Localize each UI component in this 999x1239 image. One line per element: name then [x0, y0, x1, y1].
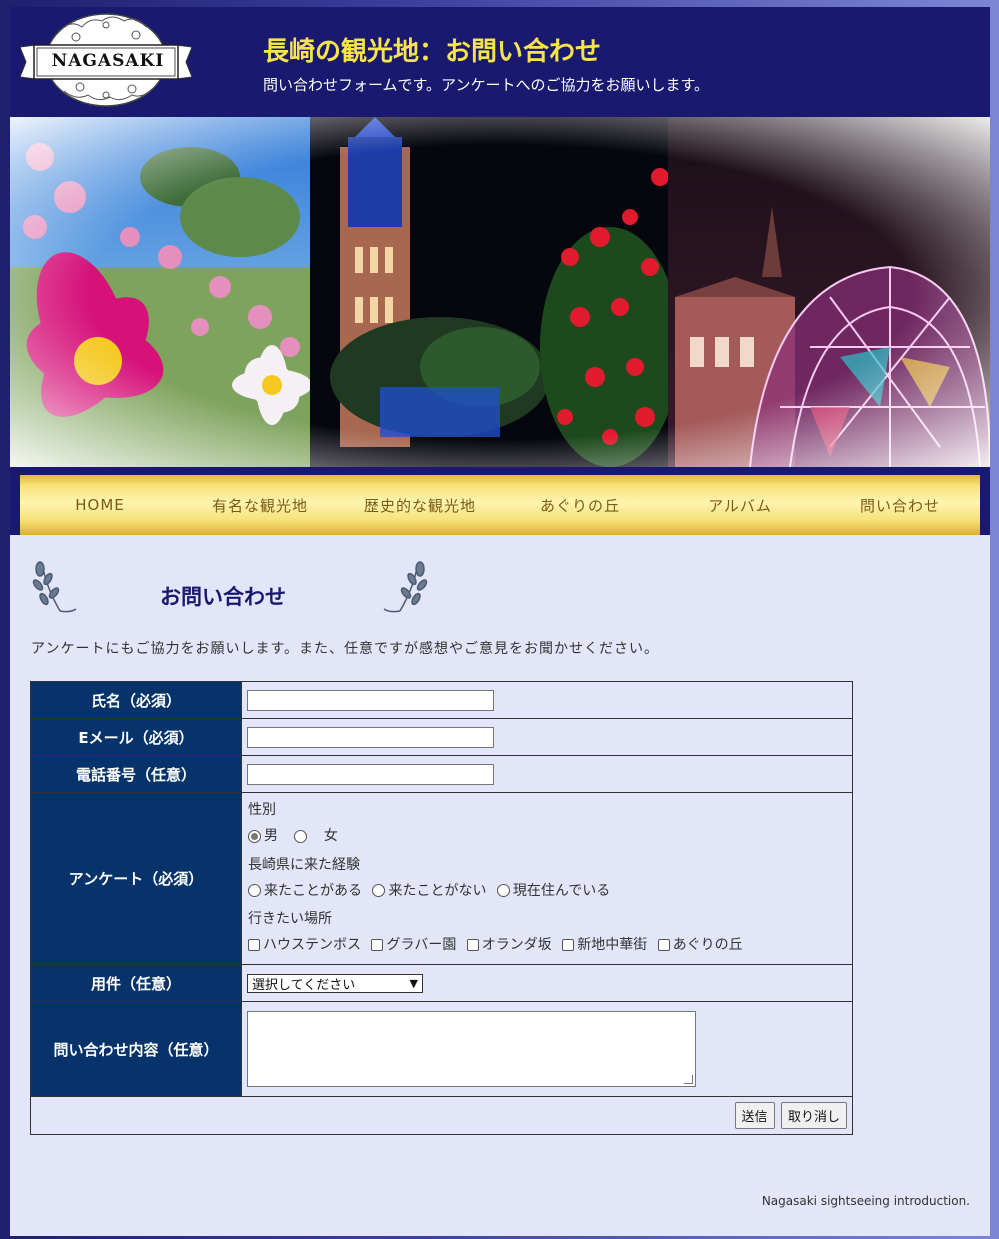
- phone-label: 電話番号（任意）: [30, 755, 242, 793]
- purpose-select[interactable]: 選択してください ▼: [247, 973, 423, 993]
- email-label: Eメール（必須）: [30, 718, 242, 756]
- place-option-huis-ten-bosch[interactable]: ハウステンボス: [248, 932, 361, 958]
- place-question: 行きたい場所: [248, 911, 332, 927]
- visit-option-resident[interactable]: 現在住んでいる: [496, 878, 610, 904]
- hero-banner-image: [10, 117, 990, 467]
- right-sprig-icon: [383, 561, 428, 613]
- page-container: NAGASAKI 長崎の観光地：お問い合わせ 問い合わせフォームです。アンケート…: [10, 7, 990, 1236]
- site-subtitle: 問い合わせフォームです。アンケートへのご協力をお願いします。: [263, 76, 709, 94]
- place-option-aguri-hill[interactable]: あぐりの丘: [657, 932, 743, 958]
- gender-option-female[interactable]: 女: [294, 823, 338, 849]
- section-heading: お問い合わせ: [30, 557, 430, 617]
- nav-item-contact[interactable]: 問い合わせ: [820, 475, 980, 535]
- message-label: 問い合わせ内容（任意）: [30, 1001, 242, 1097]
- checkbox-icon[interactable]: [371, 939, 384, 951]
- checkbox-icon[interactable]: [562, 939, 575, 951]
- nav-item-home[interactable]: HOME: [20, 475, 180, 535]
- checkbox-icon[interactable]: [248, 939, 260, 951]
- checkbox-icon[interactable]: [657, 939, 670, 951]
- checkbox-icon[interactable]: [466, 939, 479, 951]
- site-header: NAGASAKI 長崎の観光地：お問い合わせ 問い合わせフォームです。アンケート…: [10, 7, 990, 117]
- logo-text: NAGASAKI: [51, 51, 165, 71]
- phone-input[interactable]: [247, 763, 494, 785]
- left-sprig-icon: [32, 561, 77, 613]
- submit-button[interactable]: 送信: [734, 1102, 775, 1129]
- survey-label: アンケート（必須）: [30, 792, 242, 965]
- nav-item-famous-spots[interactable]: 有名な観光地: [180, 475, 340, 535]
- visit-option-never[interactable]: 来たことがない: [372, 878, 486, 904]
- main-menu: HOME 有名な観光地 歴史的な観光地 あぐりの丘 アルバム 問い合わせ: [20, 475, 980, 535]
- purpose-label: 用件（任意）: [30, 964, 242, 1002]
- footer-note: Nagasaki sightseeing introduction.: [761, 1194, 970, 1208]
- nagasaki-logo[interactable]: NAGASAKI: [19, 11, 193, 109]
- name-input[interactable]: [247, 689, 494, 711]
- visit-question: 長崎県に来た経験: [248, 856, 360, 873]
- contact-form-table: 氏名（必須） Eメール（必須） 電話番号（任意） アンケート（必須） 性別 男 …: [30, 681, 853, 1135]
- nav-item-album[interactable]: アルバム: [660, 475, 820, 535]
- gender-question: 性別: [248, 802, 276, 818]
- message-textarea[interactable]: [247, 1011, 696, 1087]
- gender-option-male[interactable]: 男: [248, 823, 278, 849]
- place-option-dutch-slope[interactable]: オランダ坂: [466, 932, 552, 958]
- radio-icon[interactable]: [248, 884, 261, 897]
- radio-icon[interactable]: [294, 829, 308, 843]
- gender-options: 男 女: [248, 823, 846, 852]
- place-option-glover-garden[interactable]: グラバー園: [371, 932, 456, 958]
- radio-icon[interactable]: [372, 884, 386, 897]
- place-options: ハウステンボス グラバー園 オランダ坂 新地中華街 あぐりの丘: [248, 932, 846, 960]
- name-label: 氏名（必須）: [30, 681, 242, 719]
- nav-bar: HOME 有名な観光地 歴史的な観光地 あぐりの丘 アルバム 問い合わせ: [10, 467, 990, 535]
- place-option-chinatown[interactable]: 新地中華街: [562, 932, 647, 958]
- site-title: 長崎の観光地：お問い合わせ: [263, 37, 602, 67]
- chevron-down-icon: ▼: [409, 976, 418, 990]
- visit-options: 来たことがある 来たことがない 現在住んでいる: [248, 878, 846, 907]
- intro-text: アンケートにもご協力をお願いします。また、任意ですが感想やご意見をお聞かせくださ…: [31, 641, 660, 657]
- email-input[interactable]: [247, 726, 494, 748]
- radio-icon[interactable]: [248, 829, 261, 843]
- section-title: お問い合わせ: [160, 585, 286, 609]
- nav-item-aguri-hill[interactable]: あぐりの丘: [500, 475, 660, 535]
- radio-icon[interactable]: [496, 884, 510, 897]
- reset-button[interactable]: 取り消し: [780, 1102, 847, 1129]
- visit-option-visited[interactable]: 来たことがある: [248, 878, 362, 904]
- nav-item-historic-spots[interactable]: 歴史的な観光地: [340, 475, 500, 535]
